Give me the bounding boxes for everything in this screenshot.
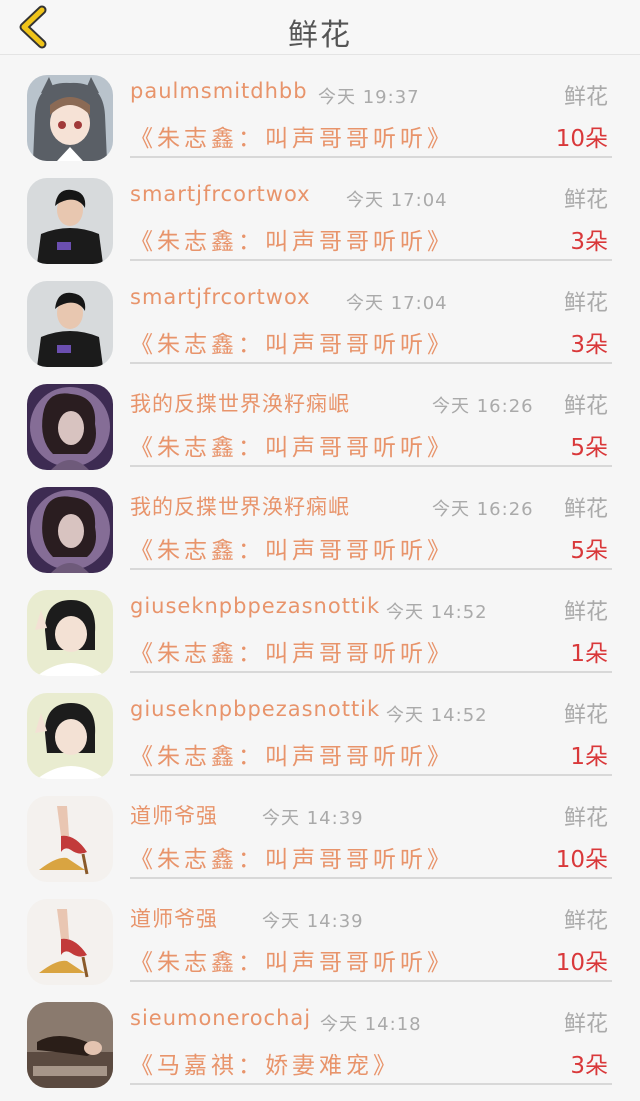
gift-type: 鲜花	[563, 85, 608, 110]
gift-type: 鲜花	[563, 394, 608, 419]
list-item[interactable]: smartjfrcortwox 今天 17:04 鲜花 《朱志鑫：叫声哥哥听听》…	[0, 158, 640, 264]
gift-type: 鲜花	[563, 806, 608, 831]
gift-type: 鲜花	[563, 703, 608, 728]
timestamp: 今天 19:37	[318, 87, 420, 108]
gift-type: 鲜花	[563, 188, 608, 213]
gift-count: 3朵	[570, 229, 608, 255]
list-item[interactable]: giuseknpbpezasnottik 今天 14:52 鲜花 《朱志鑫：叫声…	[0, 570, 640, 676]
list-item[interactable]: 道师爷强 今天 14:39 鲜花 《朱志鑫：叫声哥哥听听》 10朵	[0, 776, 640, 882]
timestamp: 今天 16:26	[432, 396, 534, 417]
timestamp: 今天 17:04	[346, 293, 448, 314]
timestamp: 今天 17:04	[346, 190, 448, 211]
username[interactable]: giuseknpbpezasnottik	[130, 594, 380, 618]
gift-type: 鲜花	[563, 291, 608, 316]
gift-count: 1朵	[570, 641, 608, 667]
username[interactable]: 道师爷强	[130, 800, 218, 830]
gift-count: 5朵	[570, 538, 608, 564]
list-item[interactable]: 道师爷强 今天 14:39 鲜花 《朱志鑫：叫声哥哥听听》 10朵	[0, 879, 640, 985]
gift-count: 5朵	[570, 435, 608, 461]
gift-type: 鲜花	[563, 909, 608, 934]
list-item[interactable]: smartjfrcortwox 今天 17:04 鲜花 《朱志鑫：叫声哥哥听听》…	[0, 261, 640, 367]
timestamp: 今天 14:52	[386, 705, 488, 726]
username[interactable]: 道师爷强	[130, 903, 218, 933]
gift-type: 鲜花	[563, 497, 608, 522]
avatar[interactable]	[27, 1002, 113, 1088]
page-title: 鲜花	[288, 18, 352, 53]
list-item[interactable]: paulmsmitdhbb 今天 19:37 鲜花 《朱志鑫：叫声哥哥听听》 1…	[0, 55, 640, 161]
username[interactable]: 我的反揲世界涣籽痫岷	[130, 388, 350, 418]
gift-count: 3朵	[570, 332, 608, 358]
book-title[interactable]: 《朱志鑫：叫声哥哥听听》	[130, 222, 454, 256]
gift-count: 1朵	[570, 744, 608, 770]
username[interactable]: smartjfrcortwox	[130, 182, 311, 206]
list-item[interactable]: sieumonerochaj 今天 14:18 鲜花 《马嘉祺：娇妻难宠》 3朵	[0, 982, 640, 1088]
book-title[interactable]: 《朱志鑫：叫声哥哥听听》	[130, 634, 454, 668]
timestamp: 今天 16:26	[432, 499, 534, 520]
avatar[interactable]	[27, 178, 113, 264]
gift-count: 10朵	[555, 847, 608, 873]
gift-list: paulmsmitdhbb 今天 19:37 鲜花 《朱志鑫：叫声哥哥听听》 1…	[0, 0, 640, 1101]
list-item[interactable]: 我的反揲世界涣籽痫岷 今天 16:26 鲜花 《朱志鑫：叫声哥哥听听》 5朵	[0, 467, 640, 573]
timestamp: 今天 14:18	[320, 1014, 422, 1035]
book-title[interactable]: 《朱志鑫：叫声哥哥听听》	[130, 428, 454, 462]
avatar[interactable]	[27, 796, 113, 882]
avatar[interactable]	[27, 75, 113, 161]
avatar[interactable]	[27, 693, 113, 779]
book-title[interactable]: 《朱志鑫：叫声哥哥听听》	[130, 119, 454, 153]
book-title[interactable]: 《朱志鑫：叫声哥哥听听》	[130, 840, 454, 874]
book-title[interactable]: 《朱志鑫：叫声哥哥听听》	[130, 737, 454, 771]
book-title[interactable]: 《朱志鑫：叫声哥哥听听》	[130, 943, 454, 977]
avatar[interactable]	[27, 384, 113, 470]
gift-type: 鲜花	[563, 600, 608, 625]
username[interactable]: paulmsmitdhbb	[130, 79, 308, 103]
book-title[interactable]: 《朱志鑫：叫声哥哥听听》	[130, 325, 454, 359]
divider	[130, 1083, 612, 1085]
avatar[interactable]	[27, 899, 113, 985]
nav-bar: 鲜花	[0, 0, 640, 55]
avatar[interactable]	[27, 487, 113, 573]
timestamp: 今天 14:39	[262, 911, 364, 932]
timestamp: 今天 14:39	[262, 808, 364, 829]
gift-count: 10朵	[555, 126, 608, 152]
avatar[interactable]	[27, 281, 113, 367]
username[interactable]: giuseknpbpezasnottik	[130, 697, 380, 721]
gift-type: 鲜花	[563, 1012, 608, 1037]
gift-count: 3朵	[570, 1053, 608, 1079]
list-item[interactable]: giuseknpbpezasnottik 今天 14:52 鲜花 《朱志鑫：叫声…	[0, 673, 640, 779]
timestamp: 今天 14:52	[386, 602, 488, 623]
username[interactable]: sieumonerochaj	[130, 1006, 311, 1030]
avatar[interactable]	[27, 590, 113, 676]
book-title[interactable]: 《朱志鑫：叫声哥哥听听》	[130, 531, 454, 565]
username[interactable]: 我的反揲世界涣籽痫岷	[130, 491, 350, 521]
username[interactable]: smartjfrcortwox	[130, 285, 311, 309]
book-title[interactable]: 《马嘉祺：娇妻难宠》	[130, 1046, 400, 1080]
gift-count: 10朵	[555, 950, 608, 976]
list-item[interactable]: 我的反揲世界涣籽痫岷 今天 16:26 鲜花 《朱志鑫：叫声哥哥听听》 5朵	[0, 364, 640, 470]
